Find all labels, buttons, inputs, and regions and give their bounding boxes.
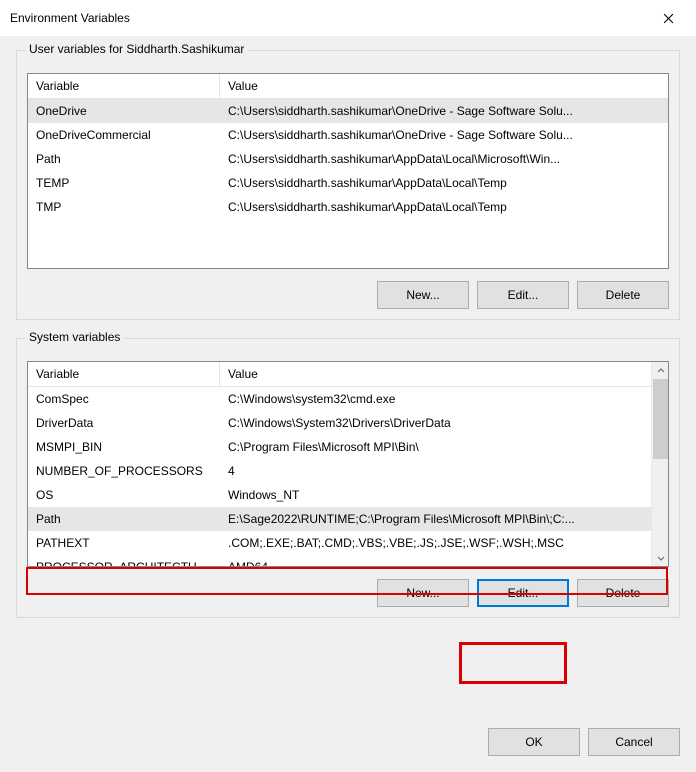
user-delete-button[interactable]: Delete — [577, 281, 669, 309]
titlebar: Environment Variables — [0, 0, 696, 36]
cell-value: E:\Sage2022\RUNTIME;C:\Program Files\Mic… — [220, 512, 651, 526]
cell-variable: PATHEXT — [28, 536, 220, 550]
cell-value: 4 — [220, 464, 651, 478]
user-vars-legend: User variables for Siddharth.Sashikumar — [25, 42, 248, 56]
cell-value: AMD64 — [220, 560, 651, 566]
cell-value: C:\Windows\system32\cmd.exe — [220, 392, 651, 406]
cell-variable: OneDriveCommercial — [28, 128, 220, 142]
table-row[interactable]: OneDriveC:\Users\siddharth.sashikumar\On… — [28, 99, 668, 123]
cell-value: C:\Users\siddharth.sashikumar\AppData\Lo… — [220, 176, 668, 190]
table-row[interactable]: PATHEXT.COM;.EXE;.BAT;.CMD;.VBS;.VBE;.JS… — [28, 531, 651, 555]
user-vars-group: User variables for Siddharth.Sashikumar … — [16, 50, 680, 320]
table-row[interactable]: PROCESSOR_ARCHITECTU...AMD64 — [28, 555, 651, 566]
cell-value: Windows_NT — [220, 488, 651, 502]
env-vars-dialog: Environment Variables User variables for… — [0, 0, 696, 772]
cell-value: C:\Users\siddharth.sashikumar\OneDrive -… — [220, 104, 668, 118]
list-header: Variable Value — [28, 74, 668, 99]
cell-variable: TEMP — [28, 176, 220, 190]
window-title: Environment Variables — [10, 11, 646, 25]
cell-variable: Path — [28, 152, 220, 166]
close-icon — [663, 13, 674, 24]
dialog-body: User variables for Siddharth.Sashikumar … — [0, 36, 696, 772]
list-header: Variable Value — [28, 362, 651, 387]
table-row[interactable]: MSMPI_BINC:\Program Files\Microsoft MPI\… — [28, 435, 651, 459]
close-button[interactable] — [646, 3, 690, 33]
cell-variable: NUMBER_OF_PROCESSORS — [28, 464, 220, 478]
cell-variable: PROCESSOR_ARCHITECTU... — [28, 560, 220, 566]
ok-button[interactable]: OK — [488, 728, 580, 756]
cell-value: .COM;.EXE;.BAT;.CMD;.VBS;.VBE;.JS;.JSE;.… — [220, 536, 651, 550]
col-header-variable[interactable]: Variable — [28, 362, 220, 386]
table-row[interactable]: DriverDataC:\Windows\System32\Drivers\Dr… — [28, 411, 651, 435]
cell-value: C:\Program Files\Microsoft MPI\Bin\ — [220, 440, 651, 454]
table-row[interactable]: ComSpecC:\Windows\system32\cmd.exe — [28, 387, 651, 411]
scroll-down-button[interactable] — [652, 549, 669, 566]
cell-variable: MSMPI_BIN — [28, 440, 220, 454]
user-vars-list[interactable]: Variable Value OneDriveC:\Users\siddhart… — [27, 73, 669, 269]
col-header-variable[interactable]: Variable — [28, 74, 220, 98]
system-new-button[interactable]: New... — [377, 579, 469, 607]
system-vars-legend: System variables — [25, 330, 124, 344]
system-edit-button[interactable]: Edit... — [477, 579, 569, 607]
cell-variable: ComSpec — [28, 392, 220, 406]
cell-variable: DriverData — [28, 416, 220, 430]
cell-variable: OS — [28, 488, 220, 502]
user-edit-button[interactable]: Edit... — [477, 281, 569, 309]
table-row[interactable]: OneDriveCommercialC:\Users\siddharth.sas… — [28, 123, 668, 147]
cell-value: C:\Users\siddharth.sashikumar\AppData\Lo… — [220, 200, 668, 214]
col-header-value[interactable]: Value — [220, 362, 651, 386]
table-row[interactable]: TEMPC:\Users\siddharth.sashikumar\AppDat… — [28, 171, 668, 195]
scroll-thumb[interactable] — [653, 379, 668, 459]
col-header-value[interactable]: Value — [220, 74, 668, 98]
table-row[interactable]: PathC:\Users\siddharth.sashikumar\AppDat… — [28, 147, 668, 171]
system-vars-list[interactable]: Variable Value ComSpecC:\Windows\system3… — [27, 361, 669, 567]
table-row[interactable]: PathE:\Sage2022\RUNTIME;C:\Program Files… — [28, 507, 651, 531]
table-row[interactable]: OSWindows_NT — [28, 483, 651, 507]
cell-value: C:\Windows\System32\Drivers\DriverData — [220, 416, 651, 430]
system-vars-group: System variables Variable Value ComSpecC… — [16, 338, 680, 618]
cell-value: C:\Users\siddharth.sashikumar\OneDrive -… — [220, 128, 668, 142]
scrollbar[interactable] — [651, 362, 668, 566]
cell-variable: Path — [28, 512, 220, 526]
system-btn-row: New... Edit... Delete — [27, 579, 669, 607]
cell-value: C:\Users\siddharth.sashikumar\AppData\Lo… — [220, 152, 668, 166]
dialog-footer: OK Cancel — [16, 714, 680, 756]
table-row[interactable]: NUMBER_OF_PROCESSORS4 — [28, 459, 651, 483]
user-btn-row: New... Edit... Delete — [27, 281, 669, 309]
cell-variable: OneDrive — [28, 104, 220, 118]
system-delete-button[interactable]: Delete — [577, 579, 669, 607]
table-row[interactable]: TMPC:\Users\siddharth.sashikumar\AppData… — [28, 195, 668, 219]
cell-variable: TMP — [28, 200, 220, 214]
scroll-up-button[interactable] — [652, 362, 669, 379]
cancel-button[interactable]: Cancel — [588, 728, 680, 756]
user-new-button[interactable]: New... — [377, 281, 469, 309]
